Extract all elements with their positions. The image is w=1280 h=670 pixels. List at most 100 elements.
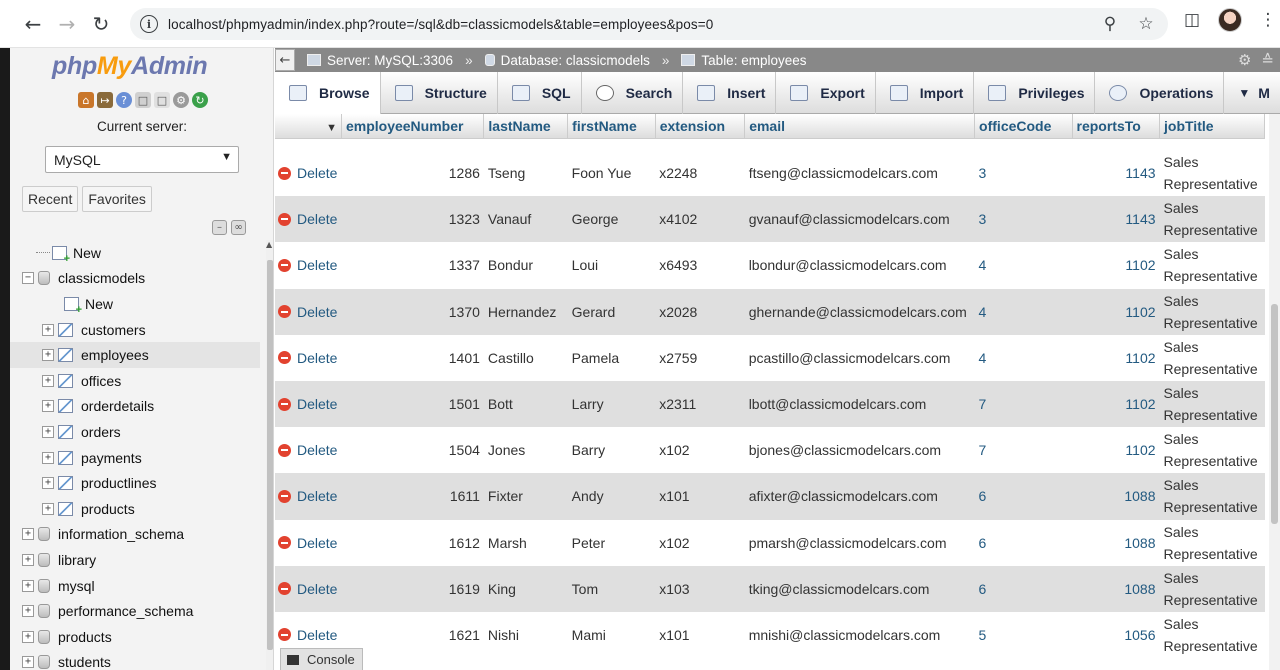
reload-button[interactable]: ↻ xyxy=(84,7,118,41)
sort-caret-icon[interactable]: ▼ xyxy=(326,122,337,134)
cell-officecode[interactable]: 4 xyxy=(974,242,1072,289)
delete-cell[interactable]: Delete xyxy=(275,427,342,474)
cell-jobtitle[interactable]: Sales Representative xyxy=(1159,427,1265,474)
favorites-tab[interactable]: Favorites xyxy=(82,186,152,212)
cell-jobtitle[interactable]: Sales Representative xyxy=(1159,473,1265,520)
browser-menu-icon[interactable]: ⋮ xyxy=(1256,8,1280,32)
cell-jobtitle[interactable]: Sales Representative xyxy=(1159,380,1265,428)
tree-table-offices[interactable]: + offices xyxy=(10,368,260,394)
col-header-firstname[interactable]: firstName xyxy=(567,114,656,139)
home-icon[interactable]: ⌂ xyxy=(78,92,94,108)
cell-officecode[interactable]: 6 xyxy=(974,565,1072,612)
reload-nav-icon[interactable]: ↻ xyxy=(192,92,208,108)
delete-link[interactable]: Delete xyxy=(278,488,337,504)
cell-lastname[interactable]: Nishi xyxy=(483,611,568,659)
console-button[interactable]: Console xyxy=(280,648,363,670)
settings-gear-icon[interactable]: ⚙ xyxy=(173,92,189,108)
cell-employeenumber[interactable]: 1323 xyxy=(341,196,484,243)
cell-email[interactable]: gvanauf@classicmodelcars.com xyxy=(744,196,975,243)
expand-icon[interactable]: + xyxy=(22,579,34,592)
expand-icon[interactable]: + xyxy=(22,528,34,541)
docs-icon[interactable]: □ xyxy=(135,92,151,108)
cell-jobtitle[interactable]: Sales Representative xyxy=(1159,150,1265,197)
col-header-extension[interactable]: extension xyxy=(655,114,746,139)
delete-label[interactable]: Delete xyxy=(297,535,337,551)
phpmyadmin-logo[interactable]: phpMyAdmin xyxy=(52,52,208,81)
cell-reportsto[interactable]: 1102 xyxy=(1072,427,1160,474)
delete-label[interactable]: Delete xyxy=(297,627,337,643)
tab-operations[interactable]: Operations xyxy=(1095,72,1225,114)
cell-firstname[interactable]: Barry xyxy=(567,427,656,474)
tree-table-orderdetails[interactable]: + orderdetails xyxy=(10,394,260,420)
delete-icon[interactable] xyxy=(278,536,291,550)
tab-structure[interactable]: Structure xyxy=(381,72,498,114)
tree-new-table[interactable]: New xyxy=(10,291,260,317)
zoom-icon[interactable]: ⚲ xyxy=(1098,12,1122,36)
nav-scrollbar[interactable]: ▲ xyxy=(266,240,273,670)
cell-firstname[interactable]: Mami xyxy=(567,611,656,659)
delete-icon[interactable] xyxy=(278,397,291,411)
url-text[interactable]: localhost/phpmyadmin/index.php?route=/sq… xyxy=(168,17,713,32)
cell-officecode[interactable]: 6 xyxy=(974,519,1072,566)
tree-db-products[interactable]: + products xyxy=(10,624,260,650)
logout-icon[interactable]: ↦ xyxy=(97,92,113,108)
tree-db-information-schema[interactable]: + information_schema xyxy=(10,522,260,548)
tab-insert[interactable]: Insert xyxy=(683,72,777,114)
cell-email[interactable]: lbott@classicmodelcars.com xyxy=(744,380,975,428)
delete-cell[interactable]: Delete xyxy=(275,519,342,566)
tab-import[interactable]: Import xyxy=(876,72,975,114)
tree-db-students[interactable]: + students xyxy=(10,650,260,670)
expand-icon[interactable]: + xyxy=(42,374,54,387)
expand-icon[interactable]: + xyxy=(22,553,34,566)
tree-table-payments[interactable]: + payments xyxy=(10,445,260,471)
cell-employeenumber[interactable]: 1611 xyxy=(341,473,484,520)
cell-employeenumber[interactable]: 1619 xyxy=(341,565,484,612)
delete-cell[interactable]: Delete xyxy=(275,565,342,612)
cell-lastname[interactable]: Vanauf xyxy=(483,196,568,243)
tree-table-productlines[interactable]: + productlines xyxy=(10,470,260,496)
expand-icon[interactable]: + xyxy=(42,400,54,413)
col-header-jobtitle[interactable]: jobTitle xyxy=(1159,114,1265,139)
cell-extension[interactable]: x2028 xyxy=(655,288,745,335)
tree-db-mysql[interactable]: + mysql xyxy=(10,573,260,599)
cell-reportsto[interactable]: 1056 xyxy=(1072,611,1160,659)
cell-officecode[interactable]: 3 xyxy=(974,150,1072,197)
cell-firstname[interactable]: Loui xyxy=(567,242,656,289)
col-header-officecode[interactable]: officeCode xyxy=(974,114,1073,139)
tree-table-products[interactable]: + products xyxy=(10,496,260,522)
back-button[interactable]: ← xyxy=(16,7,50,41)
delete-icon[interactable] xyxy=(278,258,291,272)
expand-icon[interactable]: + xyxy=(42,451,54,464)
profile-avatar[interactable] xyxy=(1218,8,1242,32)
cell-lastname[interactable]: Castillo xyxy=(483,334,568,381)
delete-icon[interactable] xyxy=(278,212,291,226)
col-header-reportsto[interactable]: reportsTo xyxy=(1072,114,1161,139)
cell-reportsto[interactable]: 1102 xyxy=(1072,242,1160,289)
tab-browse[interactable]: Browse xyxy=(275,72,381,114)
tree-table-customers[interactable]: + customers xyxy=(10,317,260,343)
delete-link[interactable]: Delete xyxy=(278,581,337,597)
cell-extension[interactable]: x102 xyxy=(655,427,745,474)
tree-new-database[interactable]: New xyxy=(10,240,260,266)
main-scrollbar-thumb[interactable] xyxy=(1271,304,1278,524)
link-with-main-icon[interactable]: ∞ xyxy=(231,220,246,235)
expand-icon[interactable]: + xyxy=(42,323,54,336)
help-icon[interactable]: ? xyxy=(116,92,132,108)
cell-extension[interactable]: x101 xyxy=(655,611,745,659)
tree-db-performance-schema[interactable]: + performance_schema xyxy=(10,598,260,624)
cell-jobtitle[interactable]: Sales Representative xyxy=(1159,242,1265,289)
cell-jobtitle[interactable]: Sales Representative xyxy=(1159,196,1265,243)
tab-sql[interactable]: SQL xyxy=(498,72,582,114)
delete-cell[interactable]: Delete xyxy=(275,288,342,335)
cell-lastname[interactable]: Jones xyxy=(483,427,568,474)
tree-db-library[interactable]: + library xyxy=(10,547,260,573)
delete-label[interactable]: Delete xyxy=(297,257,337,273)
forward-button[interactable]: → xyxy=(50,7,84,41)
cell-firstname[interactable]: Pamela xyxy=(567,334,656,381)
delete-link[interactable]: Delete xyxy=(278,535,337,551)
cell-officecode[interactable]: 4 xyxy=(974,288,1072,335)
cell-employeenumber[interactable]: 1337 xyxy=(341,242,484,289)
delete-link[interactable]: Delete xyxy=(278,165,337,181)
cell-firstname[interactable]: Andy xyxy=(567,473,656,520)
cell-email[interactable]: pmarsh@classicmodelcars.com xyxy=(744,519,975,566)
